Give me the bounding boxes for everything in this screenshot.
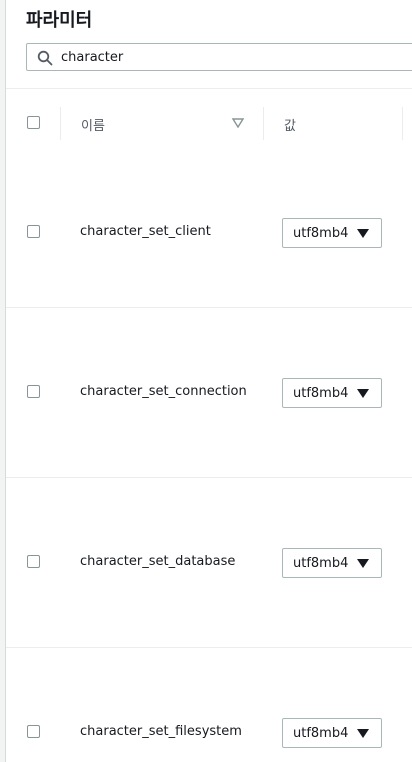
parameter-name: character_set_database <box>80 554 236 569</box>
value-select-label: utf8mb4 <box>293 226 349 241</box>
row-checkbox[interactable] <box>27 225 40 238</box>
row-checkbox[interactable] <box>27 725 40 738</box>
table-row: character_set_filesystem utf8mb4 <box>6 648 412 762</box>
table-row: character_set_client utf8mb4 <box>6 158 412 308</box>
row-checkbox[interactable] <box>27 385 40 398</box>
value-select[interactable]: utf8mb4 <box>282 718 382 748</box>
table-row: character_set_database utf8mb4 <box>6 478 412 648</box>
column-divider <box>263 107 264 140</box>
parameter-name: character_set_connection <box>80 384 247 399</box>
caret-down-icon <box>357 559 369 568</box>
column-header-name[interactable]: 이름 <box>81 115 105 134</box>
column-divider <box>402 107 403 140</box>
page-title: 파라미터 <box>26 10 93 31</box>
search-value: character <box>61 50 124 65</box>
value-select-label: utf8mb4 <box>293 386 349 401</box>
caret-down-icon <box>357 229 369 238</box>
table-header: 이름 값 <box>6 88 412 159</box>
column-header-value: 값 <box>284 119 296 134</box>
value-select-label: utf8mb4 <box>293 556 349 571</box>
sort-down-icon[interactable] <box>232 118 244 128</box>
parameters-panel: 파라미터 character 이름 값 character_set_client… <box>5 0 412 762</box>
table-row: character_set_connection utf8mb4 <box>6 308 412 478</box>
caret-down-icon <box>357 729 369 738</box>
row-checkbox[interactable] <box>27 555 40 568</box>
parameter-name: character_set_filesystem <box>80 724 242 739</box>
select-all-checkbox[interactable] <box>27 116 40 129</box>
parameter-name: character_set_client <box>80 224 211 239</box>
value-select[interactable]: utf8mb4 <box>282 548 382 578</box>
caret-down-icon <box>357 389 369 398</box>
search-icon <box>37 50 53 66</box>
search-input[interactable]: character <box>26 43 412 71</box>
column-divider <box>60 107 61 140</box>
value-select[interactable]: utf8mb4 <box>282 218 382 248</box>
value-select[interactable]: utf8mb4 <box>282 378 382 408</box>
value-select-label: utf8mb4 <box>293 726 349 741</box>
